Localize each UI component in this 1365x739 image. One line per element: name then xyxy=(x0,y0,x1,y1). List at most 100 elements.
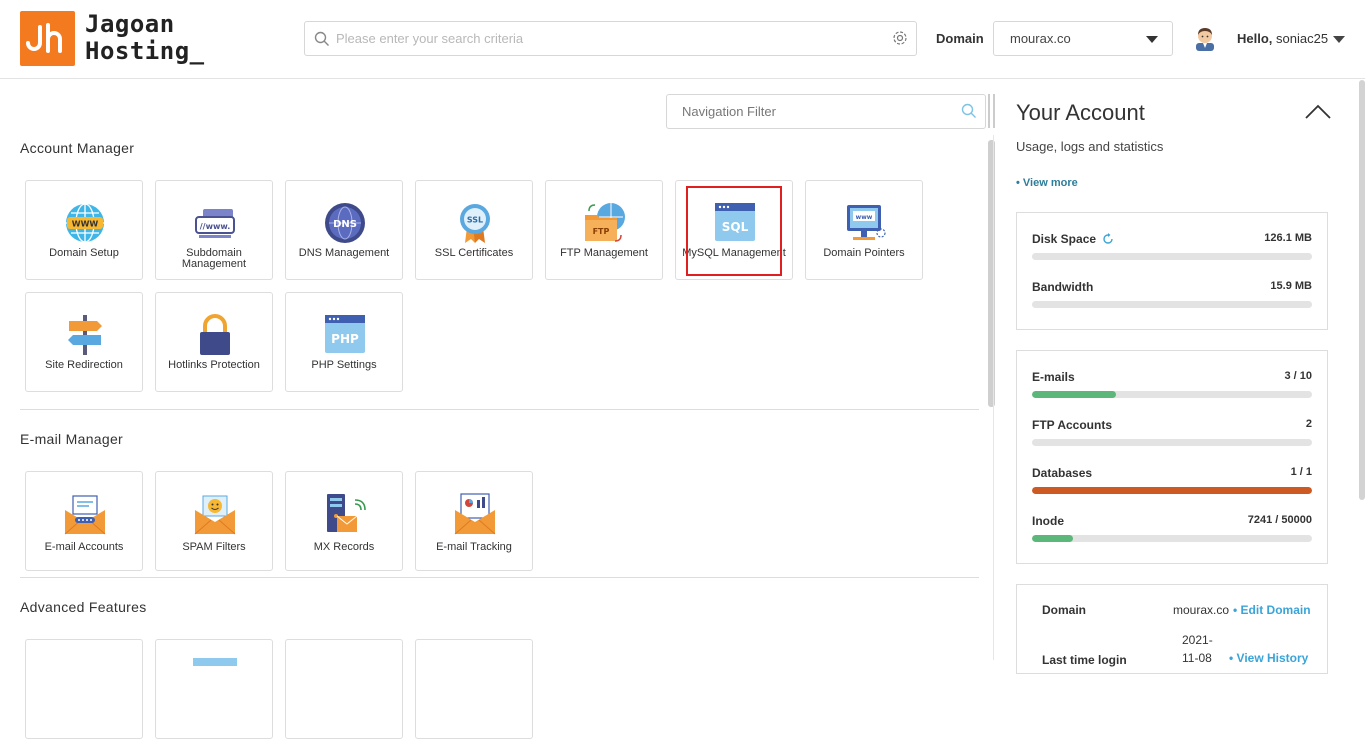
chevron-up-icon[interactable] xyxy=(1305,104,1331,125)
brand-logo-icon[interactable] xyxy=(20,11,75,66)
tile-label: E-mail Accounts xyxy=(44,541,124,553)
section-divider xyxy=(20,577,979,578)
stat-value: 15.9 MB xyxy=(1270,280,1312,292)
panel-divider xyxy=(993,135,994,660)
stat-value: 7241 / 50000 xyxy=(1247,514,1312,526)
padlock-icon xyxy=(193,313,237,357)
stat-name: Databases xyxy=(1032,466,1093,480)
page-scrollbar[interactable] xyxy=(1359,80,1365,500)
tile-label: FTP Management xyxy=(560,247,648,259)
tile-spam-filters[interactable]: SPAM Filters xyxy=(155,471,273,571)
stat-bar xyxy=(1032,439,1312,446)
navigation-filter xyxy=(666,94,986,129)
navigation-filter-input[interactable] xyxy=(682,95,942,128)
view-history-link[interactable]: • View History xyxy=(1229,651,1308,665)
stat-bar-fill xyxy=(1032,391,1116,398)
domain-label: Domain xyxy=(936,31,984,46)
tile-hotlinks-protection[interactable]: Hotlinks Protection xyxy=(155,292,273,392)
tile-email-tracking[interactable]: E-mail Tracking xyxy=(415,471,533,571)
search-icon[interactable] xyxy=(961,103,977,124)
envelope-icon xyxy=(63,492,107,536)
user-greeting[interactable]: Hello, soniac25 xyxy=(1237,31,1328,46)
tile-label: Domain Pointers xyxy=(823,247,905,259)
tile-advanced-1[interactable] xyxy=(25,639,143,739)
domain-info-value: mourax.co xyxy=(1173,603,1230,617)
global-search xyxy=(304,21,917,56)
stat-value: 2 xyxy=(1305,418,1312,430)
tile-php-settings[interactable]: PHP PHP Settings xyxy=(285,292,403,392)
tile-label: Site Redirection xyxy=(45,359,123,371)
gear-icon[interactable] xyxy=(892,30,908,51)
stat-name: Disk Space xyxy=(1032,232,1114,248)
tile-domain-pointers[interactable]: www Domain Pointers xyxy=(805,180,923,280)
usage-card: Disk Space 126.1 MB Bandwidth 15.9 MB xyxy=(1016,212,1328,330)
server-envelope-icon xyxy=(323,492,367,536)
panel-resize-handle[interactable] xyxy=(988,94,996,128)
stat-name: FTP Accounts xyxy=(1032,418,1113,432)
avatar[interactable] xyxy=(1193,25,1217,56)
signpost-icon xyxy=(63,313,107,357)
svg-text://www.: //www. xyxy=(200,222,231,231)
stat-value: 126.1 MB xyxy=(1264,232,1312,244)
stat-value: 3 / 10 xyxy=(1284,370,1312,382)
stat-bar-fill xyxy=(1032,535,1073,542)
section-divider xyxy=(20,409,979,410)
edit-domain-link[interactable]: • Edit Domain xyxy=(1233,603,1311,617)
tile-advanced-2[interactable] xyxy=(155,639,273,739)
svg-text:SSL: SSL xyxy=(467,216,483,225)
svg-text:DNS: DNS xyxy=(333,219,357,230)
greeting-prefix: Hello, xyxy=(1237,31,1273,46)
stat-bar xyxy=(1032,487,1312,494)
section-title-advanced-features: Advanced Features xyxy=(20,599,147,615)
globe-www-icon: WWW xyxy=(63,201,107,245)
user-menu-chevron-icon[interactable] xyxy=(1333,36,1345,43)
svg-text:PHP: PHP xyxy=(331,332,359,346)
limits-card: E-mails 3 / 10 FTP Accounts 2 Databases … xyxy=(1016,350,1328,564)
stat-bar xyxy=(1032,301,1312,308)
domain-info-label: Domain xyxy=(1042,603,1087,617)
last-login-label: Last time login xyxy=(1042,653,1127,667)
tile-label: SSL Certificates xyxy=(434,247,514,259)
tile-advanced-3[interactable] xyxy=(285,639,403,739)
refresh-icon[interactable] xyxy=(1102,233,1114,248)
tile-subdomain-management[interactable]: //www. Subdomain Management xyxy=(155,180,273,280)
chevron-down-icon xyxy=(1146,36,1158,43)
search-input[interactable] xyxy=(336,22,876,55)
view-more-link[interactable]: • View more xyxy=(1016,177,1078,189)
username: soniac25 xyxy=(1276,31,1329,46)
svg-text:www: www xyxy=(856,214,873,221)
brand-name-line2: Hosting_ xyxy=(85,37,205,65)
ssl-badge-icon: SSL xyxy=(453,201,497,245)
stat-bar xyxy=(1032,535,1312,542)
tile-label: Subdomain Management xyxy=(181,247,247,270)
section-title-email-manager: E-mail Manager xyxy=(20,431,124,447)
account-panel-title: Your Account xyxy=(1016,100,1145,125)
stat-name: Bandwidth xyxy=(1032,280,1094,294)
stat-name-text: Disk Space xyxy=(1032,232,1097,246)
tile-ftp-management[interactable]: FTP FTP Management xyxy=(545,180,663,280)
dns-globe-icon: DNS xyxy=(323,201,367,245)
ftp-folder-icon: FTP xyxy=(583,201,627,245)
tile-advanced-4[interactable] xyxy=(415,639,533,739)
domain-select[interactable]: mourax.co xyxy=(993,21,1173,56)
brand-name-line1: Jagoan xyxy=(85,10,175,38)
tile-email-accounts[interactable]: E-mail Accounts xyxy=(25,471,143,571)
tile-site-redirection[interactable]: Site Redirection xyxy=(25,292,143,392)
tile-domain-setup[interactable]: WWW Domain Setup xyxy=(25,180,143,280)
highlight-box xyxy=(686,186,782,276)
section-title-account-manager: Account Manager xyxy=(20,140,135,156)
svg-text:FTP: FTP xyxy=(593,227,610,236)
top-bar: Jagoan Hosting_ Domain mourax.co Hello, … xyxy=(0,0,1365,79)
tile-label: MX Records xyxy=(313,541,375,553)
tile-mx-records[interactable]: MX Records xyxy=(285,471,403,571)
svg-text:WWW: WWW xyxy=(72,220,99,229)
tile-label: DNS Management xyxy=(298,247,390,259)
tile-label: E-mail Tracking xyxy=(436,541,512,553)
stat-bar xyxy=(1032,253,1312,260)
subdomain-www-icon: //www. xyxy=(193,201,237,245)
brand-name[interactable]: Jagoan Hosting_ xyxy=(85,11,205,65)
account-panel-subtitle: Usage, logs and statistics xyxy=(1016,139,1164,154)
last-login-value-line1: 2021- xyxy=(1182,633,1213,647)
tile-dns-management[interactable]: DNS DNS Management xyxy=(285,180,403,280)
tile-ssl-certificates[interactable]: SSL SSL Certificates xyxy=(415,180,533,280)
